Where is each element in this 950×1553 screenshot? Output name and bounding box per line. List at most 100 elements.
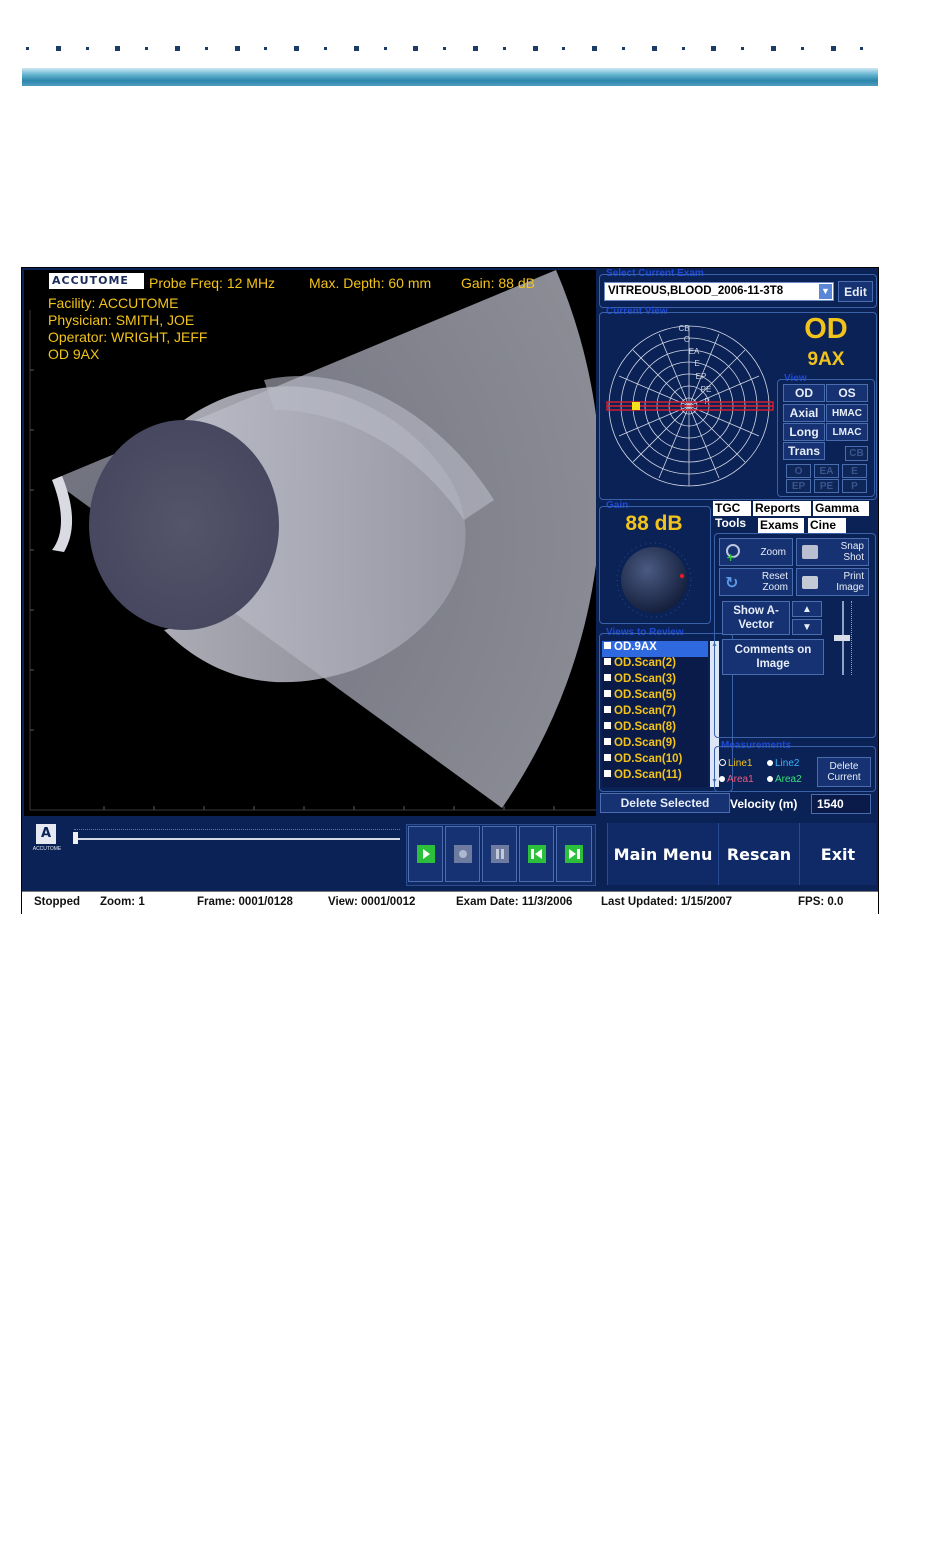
rescan-button[interactable]: Rescan (718, 823, 799, 885)
tab-tools[interactable]: Tools (713, 516, 753, 533)
comments-button[interactable]: Comments on Image (722, 639, 824, 675)
review-list[interactable]: OD.9AX OD.Scan(2) OD.Scan(3) OD.Scan(5) OD.S… (602, 641, 708, 787)
tab-cine[interactable]: Cine (808, 518, 846, 533)
arrow-down-button[interactable]: ▼ (792, 619, 822, 635)
ep-button[interactable]: EP (786, 479, 811, 493)
od-button[interactable]: OD (783, 384, 825, 402)
status-exam-date: Exam Date: 11/3/2006 (456, 896, 573, 908)
tab-reports[interactable]: Reports (753, 501, 811, 516)
step-back-icon (527, 845, 546, 863)
snapshot-button[interactable]: Snap Shot (796, 538, 869, 566)
edit-button[interactable]: Edit (838, 281, 873, 302)
tab-tgc[interactable]: TGC (713, 501, 751, 516)
header-dot (502, 47, 506, 50)
zoom-button[interactable]: + Zoom (719, 538, 793, 566)
header-dot (800, 47, 804, 50)
checkbox-icon[interactable] (604, 674, 611, 682)
line1-option[interactable]: Line1 (719, 758, 752, 769)
checkbox-icon[interactable] (604, 770, 611, 778)
checkbox-icon[interactable] (604, 706, 611, 714)
show-avector-button[interactable]: Show A-Vector (722, 601, 790, 635)
o-button[interactable]: O (786, 464, 811, 478)
area1-label: Area1 (727, 774, 754, 785)
physician-text: Physician: SMITH, JOE (48, 312, 195, 328)
header-dot (204, 47, 208, 50)
reset-icon: ↻ (725, 573, 739, 592)
e-button[interactable]: E (842, 464, 867, 478)
lmac-button[interactable]: LMAC (826, 423, 868, 441)
cb-button[interactable]: CB (845, 446, 868, 461)
cine-handle[interactable] (73, 832, 78, 844)
checkbox-icon[interactable] (604, 658, 611, 666)
step-forward-button[interactable] (556, 826, 592, 882)
status-bar: Stopped Zoom: 1 Frame: 0001/0128 View: 0… (22, 891, 878, 914)
chevron-down-icon[interactable]: ▼ (819, 284, 832, 299)
header-dot (413, 46, 419, 51)
review-list-item[interactable]: OD.9AX (602, 641, 708, 657)
facility-text: Facility: ACCUTOME (48, 295, 179, 311)
zoom-plus-icon: + (726, 551, 736, 564)
operator-text: Operator: WRIGHT, JEFF (48, 329, 208, 345)
ea-button[interactable]: EA (814, 464, 839, 478)
review-list-item[interactable]: OD.Scan(3) (602, 673, 708, 689)
step-forward-icon (565, 845, 583, 863)
arrow-up-button[interactable]: ▲ (792, 601, 822, 617)
slider-ticks (851, 601, 854, 675)
accutome-logo: ACCUTOME (49, 273, 144, 289)
long-button[interactable]: Long (783, 423, 825, 441)
hmac-button[interactable]: HMAC (826, 404, 868, 422)
line2-option[interactable]: Line2 (767, 758, 799, 769)
review-list-item[interactable]: OD.Scan(8) (602, 721, 708, 737)
checkbox-icon[interactable] (604, 642, 611, 650)
checkbox-icon[interactable] (604, 722, 611, 730)
review-list-item[interactable]: OD.Scan(9) (602, 737, 708, 753)
review-list-item[interactable]: OD.Scan(2) (602, 657, 708, 673)
delete-selected-button[interactable]: Delete Selected (600, 793, 730, 813)
exam-dropdown[interactable]: VITREOUS,BLOOD_2006-11-3T8 ▼ (604, 282, 834, 301)
cine-track[interactable] (74, 838, 400, 840)
exam-dropdown-value: VITREOUS,BLOOD_2006-11-3T8 (608, 285, 784, 297)
checkbox-icon[interactable] (604, 754, 611, 762)
p-button[interactable]: P (842, 479, 867, 493)
reset-zoom-button[interactable]: ↻ Reset Zoom (719, 568, 793, 596)
ultrasound-viewer[interactable]: ACCUTOME Probe Freq: 12 MHz Max. Depth: … (24, 270, 596, 816)
axial-button[interactable]: Axial (783, 404, 825, 422)
review-list-item[interactable]: OD.Scan(5) (602, 689, 708, 705)
stop-button[interactable] (445, 826, 480, 882)
area1-option[interactable]: Area1 (719, 774, 754, 785)
view-marker[interactable] (632, 402, 640, 410)
exit-button[interactable]: Exit (799, 823, 876, 885)
gain-knob[interactable] (612, 540, 696, 620)
pe-button[interactable]: PE (814, 479, 839, 493)
printer-icon (802, 576, 818, 589)
zoom-label: Zoom (760, 546, 786, 558)
delete-current-button[interactable]: Delete Current (817, 757, 871, 787)
tab-gamma[interactable]: Gamma (813, 501, 869, 516)
velocity-input[interactable]: 1540 (811, 794, 871, 814)
play-button[interactable] (408, 826, 443, 882)
review-list-item[interactable]: OD.Scan(10) (602, 753, 708, 769)
polar-view-diagram[interactable]: CB O EA E EP PE P (605, 320, 775, 490)
os-button[interactable]: OS (826, 384, 868, 402)
header-dot (443, 47, 447, 50)
header-dot (55, 46, 61, 51)
trans-button[interactable]: Trans (783, 442, 825, 460)
review-list-item[interactable]: OD.Scan(7) (602, 705, 708, 721)
probe-freq-text: Probe Freq: 12 MHz (149, 275, 276, 291)
header-dot (85, 47, 89, 50)
polar-label-ea: EA (689, 347, 700, 356)
header-dot (175, 46, 180, 51)
eye-indicator: OD (804, 313, 848, 345)
step-back-button[interactable] (519, 826, 554, 882)
print-image-button[interactable]: Print Image (796, 568, 869, 596)
area2-option[interactable]: Area2 (767, 774, 802, 785)
print-image-label: Print Image (836, 571, 864, 593)
tab-exams[interactable]: Exams (758, 518, 804, 533)
checkbox-icon[interactable] (604, 738, 611, 746)
review-list-item[interactable]: OD.Scan(11) (602, 769, 708, 785)
checkbox-icon[interactable] (604, 690, 611, 698)
reset-zoom-label: Reset Zoom (761, 571, 788, 593)
pause-button[interactable] (482, 826, 517, 882)
vertical-slider-handle[interactable] (834, 635, 850, 641)
main-menu-button[interactable]: Main Menu (607, 823, 718, 885)
